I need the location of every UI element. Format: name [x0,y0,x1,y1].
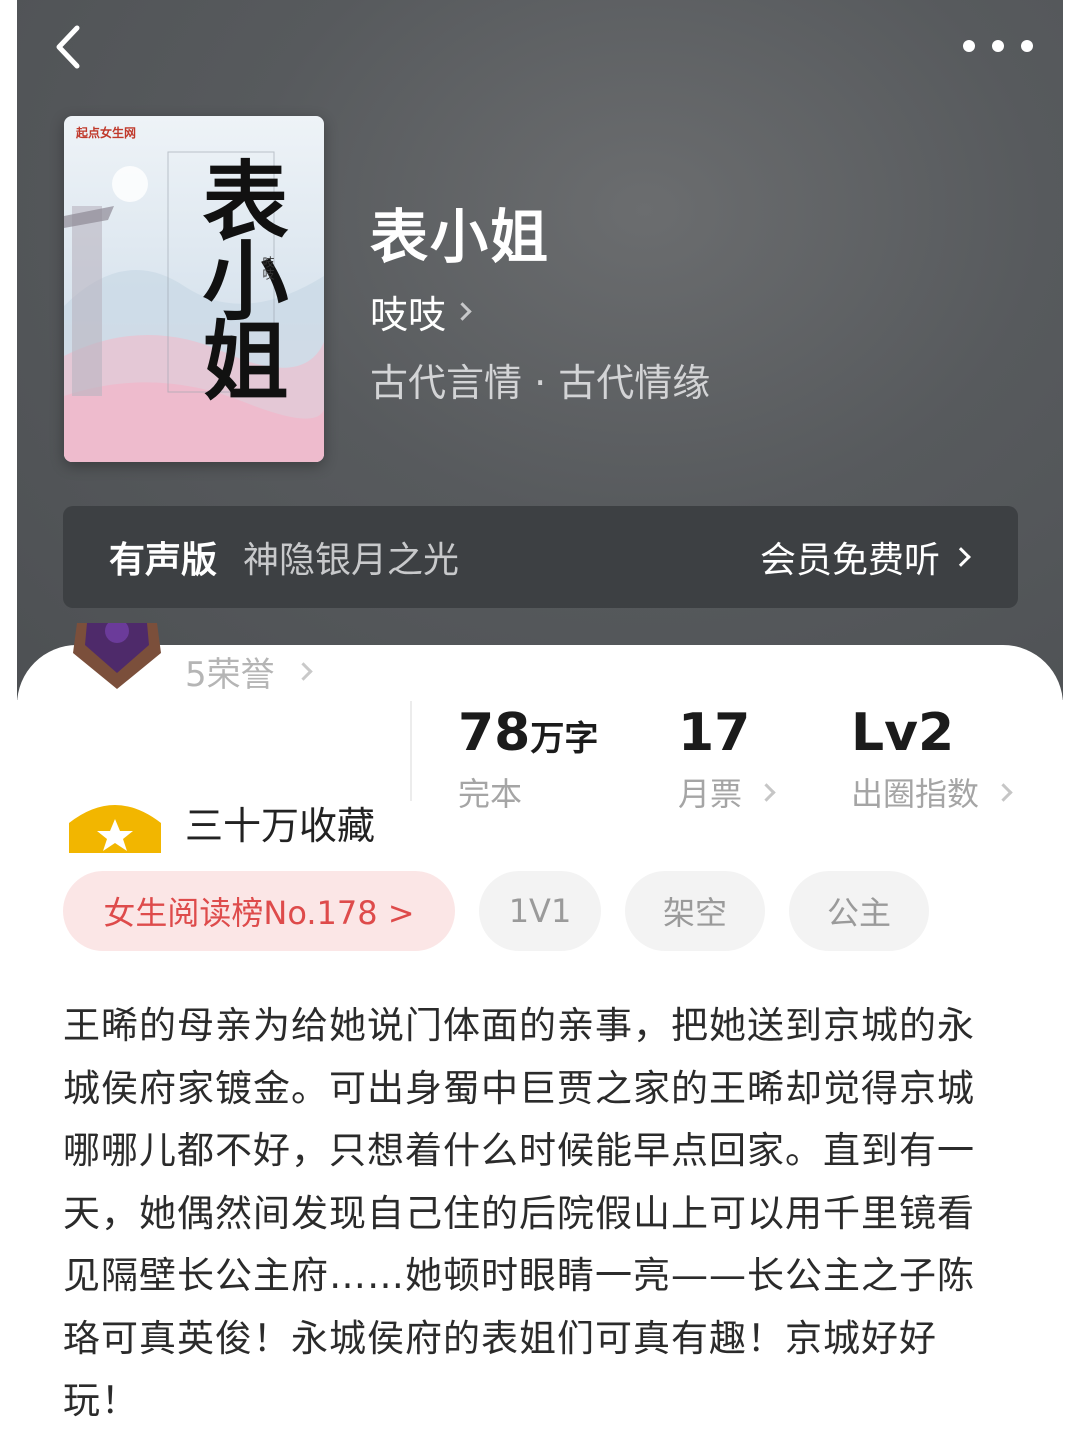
chevron-right-icon [757,782,776,802]
index-label: 出圈指数 [851,775,980,813]
tickets-label: 月票 [678,775,743,813]
app-frame: 起点女生网 表小姐 吱吱 表小姐 吱吱 古代言情 · 古代情缘 有声版 神隐银月… [17,0,1063,1441]
back-arrow-icon [56,25,80,69]
audio-label: 有声版 [109,540,218,581]
audio-narrator: 神隐银月之光 [243,540,460,581]
cover-logo: 起点女生网 [76,126,137,140]
chevron-right-icon [293,662,313,681]
more-button[interactable] [963,28,1033,64]
audio-listen-button[interactable]: 会员免费听 [759,531,971,583]
tickets-value: 17 [678,703,751,763]
tag-gongzhu[interactable]: 公主 [789,871,929,951]
book-synopsis: 王晞的母亲为给她说门体面的亲事，把她送到京城的永城侯府家镀金。可出身蜀中巨贾之家… [63,1004,975,1422]
chevron-right-icon [453,302,472,321]
honor-link[interactable]: 5荣誉 [185,647,313,696]
words-unit: 万字 [530,719,599,759]
words-label: 完本 [458,775,523,813]
stat-monthly-tickets[interactable]: 17 月票 [678,703,776,815]
back-button[interactable] [45,22,95,72]
divider [410,701,412,801]
book-cover[interactable]: 起点女生网 表小姐 吱吱 [64,116,324,462]
author-name: 吱吱 [370,293,447,337]
collect-count: 三十万收藏 [185,804,376,848]
honor-label: 5荣誉 [185,655,275,695]
tag-1v1[interactable]: 1V1 [479,871,601,951]
details-sheet: 5荣誉 三十万收藏 78万字 完本 17 月票 Lv2 出圈指数 女生阅读榜No… [17,623,1063,1441]
tag-jiakong[interactable]: 架空 [625,871,765,951]
audio-version-bar[interactable]: 有声版 神隐银月之光 会员免费听 [63,506,1018,608]
tag-row: 女生阅读榜No.178 > 1V1 架空 公主 [63,871,929,951]
stat-index[interactable]: Lv2 出圈指数 [851,703,1013,815]
chevron-right-icon [951,547,971,567]
chevron-right-icon [994,782,1013,802]
audio-action-label: 会员免费听 [759,540,940,581]
honor-badge-icon [73,623,161,689]
words-value: 78 [458,703,531,763]
book-genre[interactable]: 古代言情 · 古代情缘 [370,352,710,407]
cover-author: 吱吱 [261,256,275,280]
author-link[interactable]: 吱吱 [370,284,472,339]
crown-icon [69,805,161,853]
book-header: 起点女生网 表小姐 吱吱 表小姐 吱吱 古代言情 · 古代情缘 有声版 神隐银月… [17,0,1063,700]
more-dots-icon [963,40,975,52]
stat-words: 78万字 完本 [458,703,598,815]
index-value: Lv2 [851,703,955,763]
book-title: 表小姐 [370,203,551,271]
rank-tag[interactable]: 女生阅读榜No.178 > [63,871,455,951]
